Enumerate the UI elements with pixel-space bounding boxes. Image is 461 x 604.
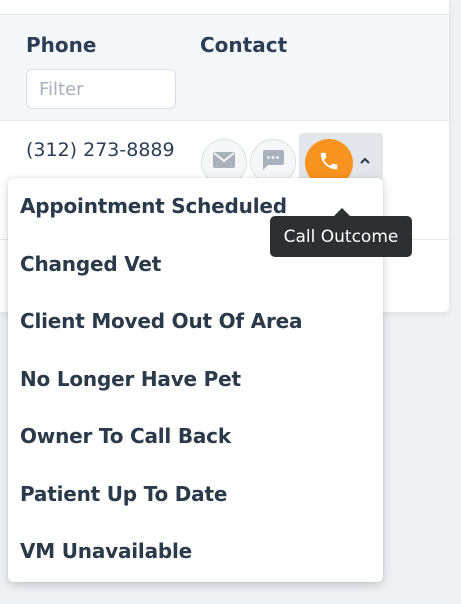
message-icon [262, 150, 284, 174]
menu-item-patient-up-to-date[interactable]: Patient Up To Date [8, 466, 383, 524]
call-outcome-tooltip: Call Outcome [270, 208, 412, 257]
tooltip-text: Call Outcome [283, 226, 399, 247]
menu-item-client-moved-out-of-area[interactable]: Client Moved Out Of Area [8, 293, 383, 351]
envelope-icon [213, 152, 235, 172]
tooltip-arrow [334, 208, 350, 216]
menu-item-owner-to-call-back[interactable]: Owner To Call Back [8, 408, 383, 466]
phone-column-header[interactable]: Phone [26, 33, 96, 57]
phone-filter-input[interactable] [26, 69, 176, 109]
menu-item-vm-unavailable[interactable]: VM Unavailable [8, 523, 383, 581]
phone-value: (312) 273-8889 [26, 139, 175, 161]
chevron-up-icon [359, 150, 371, 169]
table-header-row: Phone Contact [0, 15, 449, 121]
phone-icon [318, 150, 340, 176]
table-top-edge [0, 0, 449, 15]
call-outcome-toggle[interactable] [357, 149, 373, 169]
menu-item-no-longer-have-pet[interactable]: No Longer Have Pet [8, 351, 383, 409]
contact-column-header: Contact [200, 33, 288, 57]
